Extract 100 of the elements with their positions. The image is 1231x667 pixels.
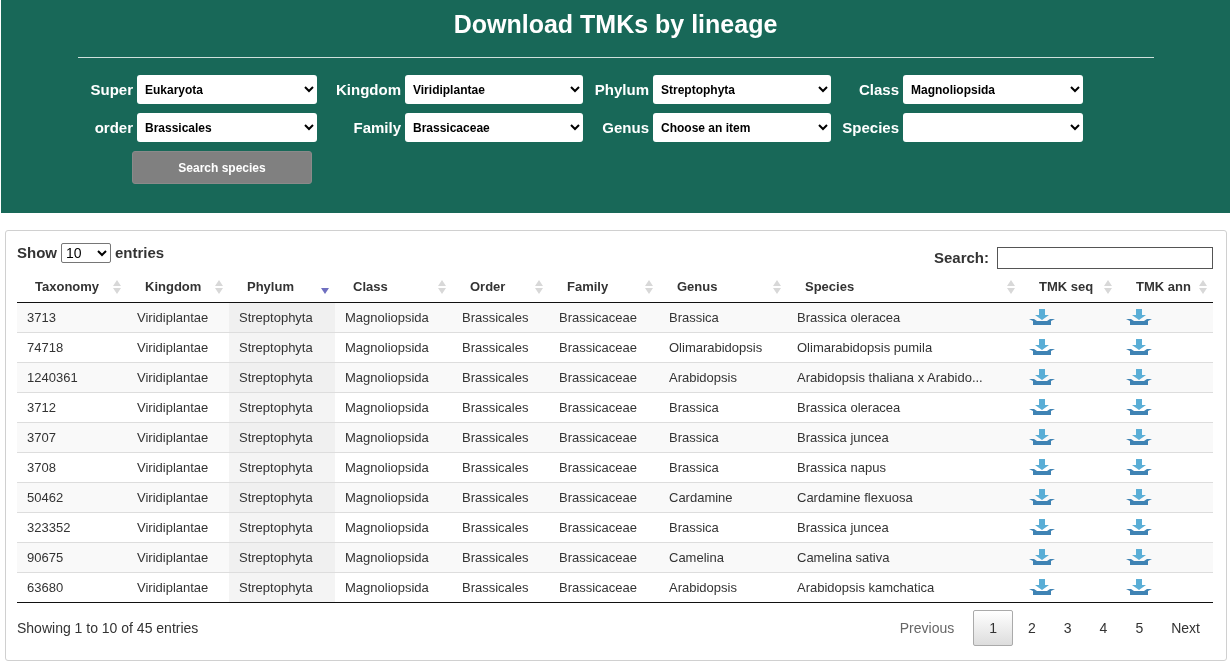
- download-icon[interactable]: [1126, 459, 1152, 475]
- filter-select[interactable]: Choose an item: [653, 113, 831, 142]
- table-cell: Brassica juncea: [787, 512, 1021, 542]
- table-cell: Brassica juncea: [787, 422, 1021, 452]
- filter-select[interactable]: Viridiplantae: [405, 75, 583, 104]
- search-field[interactable]: [997, 246, 1213, 269]
- sort-icon: [215, 280, 223, 294]
- table-cell: 1240361: [17, 362, 127, 392]
- table-cell: Brassicales: [452, 482, 549, 512]
- column-header[interactable]: Species: [787, 272, 1021, 302]
- table-cell: Brassica: [659, 512, 787, 542]
- filter-select[interactable]: Magnoliopsida: [903, 75, 1083, 104]
- table-cell: Brassicaceae: [549, 452, 659, 482]
- filter-select[interactable]: Eukaryota: [137, 75, 317, 104]
- sort-icon: [113, 280, 121, 294]
- table-cell: Streptophyta: [229, 302, 335, 332]
- search-species-button[interactable]: Search species: [132, 151, 312, 184]
- column-header[interactable]: Class: [335, 272, 452, 302]
- download-icon[interactable]: [1126, 399, 1152, 415]
- table-cell: Brassicales: [452, 542, 549, 572]
- entries-info: Showing 1 to 10 of 45 entries: [17, 619, 199, 636]
- table-cell: Arabidopsis kamchatica: [787, 572, 1021, 602]
- page-link[interactable]: 2: [1015, 609, 1049, 646]
- filter-select[interactable]: Streptophyta: [653, 75, 831, 104]
- column-header[interactable]: Family: [549, 272, 659, 302]
- download-icon[interactable]: [1029, 549, 1055, 565]
- filter-label: Species: [841, 119, 899, 136]
- table-cell: Streptophyta: [229, 542, 335, 572]
- sort-icon: [645, 280, 653, 294]
- table-cell: Brassica: [659, 392, 787, 422]
- entries-select[interactable]: 10: [61, 242, 111, 263]
- table-cell: Brassicaceae: [549, 362, 659, 392]
- table-cell: Brassicaceae: [549, 572, 659, 602]
- column-header[interactable]: Order: [452, 272, 549, 302]
- column-header[interactable]: Taxonomy: [17, 272, 127, 302]
- table-cell: Streptophyta: [229, 422, 335, 452]
- table-cell: Streptophyta: [229, 572, 335, 602]
- filter-label: Phylum: [593, 81, 649, 98]
- download-icon[interactable]: [1126, 309, 1152, 325]
- page-link[interactable]: 3: [1050, 609, 1085, 646]
- download-icon[interactable]: [1029, 399, 1055, 415]
- table-cell: Arabidopsis: [659, 572, 787, 602]
- table-cell: Viridiplantae: [127, 542, 229, 572]
- table-cell: Brassica: [659, 452, 787, 482]
- download-icon[interactable]: [1126, 549, 1152, 565]
- table-cell: Brassicales: [452, 572, 549, 602]
- page-link[interactable]: 5: [1122, 609, 1157, 646]
- table-cell: Brassicaceae: [549, 512, 659, 542]
- previous-link[interactable]: Previous: [886, 609, 968, 646]
- table-cell: Brassicales: [452, 422, 549, 452]
- table-cell: Magnoliopsida: [335, 512, 452, 542]
- download-icon[interactable]: [1029, 459, 1055, 475]
- table-cell: Streptophyta: [229, 332, 335, 362]
- next-link[interactable]: Next: [1158, 609, 1213, 646]
- download-icon[interactable]: [1126, 579, 1152, 595]
- table-cell: Camelina sativa: [787, 542, 1021, 572]
- download-icon[interactable]: [1126, 369, 1152, 385]
- table-cell: Magnoliopsida: [335, 572, 452, 602]
- download-icon[interactable]: [1029, 579, 1055, 595]
- filter-select[interactable]: Brassicaceae: [405, 113, 583, 142]
- download-icon[interactable]: [1029, 429, 1055, 445]
- download-icon[interactable]: [1126, 489, 1152, 505]
- table-cell: Magnoliopsida: [335, 482, 452, 512]
- download-icon[interactable]: [1126, 429, 1152, 445]
- table-cell: Arabidopsis: [659, 362, 787, 392]
- show-label: Show: [17, 244, 57, 261]
- table-cell: Magnoliopsida: [335, 422, 452, 452]
- column-header[interactable]: TMK seq: [1021, 272, 1118, 302]
- table-cell: Brassicaceae: [549, 332, 659, 362]
- table-cell: Cardamine: [659, 482, 787, 512]
- download-icon[interactable]: [1029, 489, 1055, 505]
- sort-icon: [773, 280, 781, 294]
- table-cell: 3713: [17, 302, 127, 332]
- table-cell: Brassicales: [452, 332, 549, 362]
- download-icon[interactable]: [1126, 339, 1152, 355]
- table-cell: Viridiplantae: [127, 302, 229, 332]
- table-cell: Magnoliopsida: [335, 452, 452, 482]
- filter-label: Class: [857, 81, 899, 98]
- download-icon[interactable]: [1029, 309, 1055, 325]
- page-link[interactable]: 4: [1086, 609, 1121, 646]
- page-link[interactable]: 1: [973, 609, 1013, 646]
- table-cell: Olimarabidopsis: [659, 332, 787, 362]
- page-title: Download TMKs by lineage: [452, 9, 779, 40]
- table-cell: Streptophyta: [229, 452, 335, 482]
- column-header[interactable]: Genus: [659, 272, 787, 302]
- table-cell: Brassica oleracea: [787, 392, 1021, 422]
- search-label: Search:: [933, 249, 989, 266]
- table-cell: Camelina: [659, 542, 787, 572]
- column-header[interactable]: TMK ann: [1118, 272, 1213, 302]
- table-cell: Viridiplantae: [127, 422, 229, 452]
- filter-label: Family: [352, 119, 401, 136]
- column-header[interactable]: Kingdom: [127, 272, 229, 302]
- download-icon[interactable]: [1029, 339, 1055, 355]
- column-header[interactable]: Phylum: [229, 272, 335, 302]
- download-icon[interactable]: [1029, 519, 1055, 535]
- download-icon[interactable]: [1029, 369, 1055, 385]
- filter-select[interactable]: Brassicales: [137, 113, 317, 142]
- table-cell: Viridiplantae: [127, 362, 229, 392]
- table-cell: Arabidopsis thaliana x Arabido...: [787, 362, 1021, 392]
- download-icon[interactable]: [1126, 519, 1152, 535]
